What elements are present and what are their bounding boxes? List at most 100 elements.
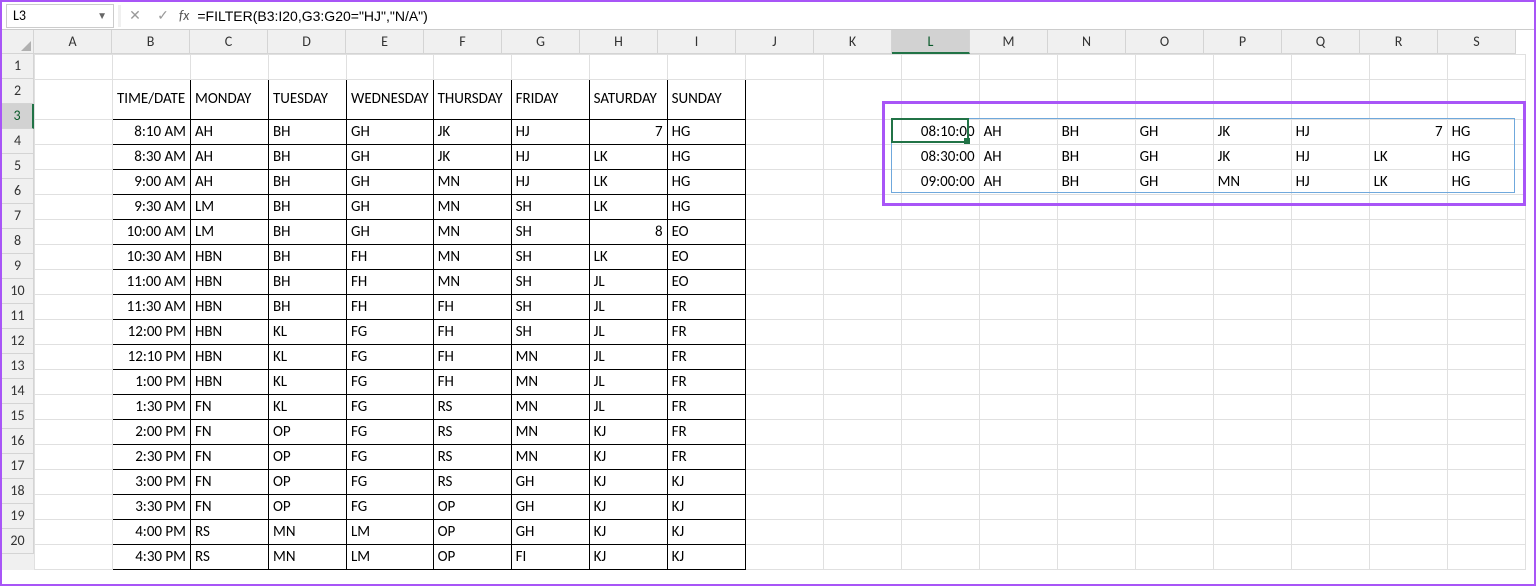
- cell[interactable]: SATURDAY: [589, 80, 667, 120]
- cell[interactable]: HJ: [1291, 170, 1369, 195]
- cell[interactable]: [1057, 80, 1135, 120]
- row-header-1[interactable]: 1: [2, 54, 34, 79]
- cell[interactable]: [745, 420, 823, 445]
- cell[interactable]: [1135, 195, 1213, 220]
- cell[interactable]: [1135, 445, 1213, 470]
- cell[interactable]: FG: [347, 320, 434, 345]
- cell[interactable]: [823, 320, 901, 345]
- cell[interactable]: MN: [269, 520, 347, 545]
- cell[interactable]: [35, 470, 113, 495]
- cell[interactable]: [35, 320, 113, 345]
- cell[interactable]: LM: [347, 520, 434, 545]
- cell[interactable]: [1291, 345, 1369, 370]
- cell[interactable]: [823, 270, 901, 295]
- cell[interactable]: [745, 545, 823, 570]
- cell[interactable]: [745, 55, 823, 80]
- cell[interactable]: OP: [433, 495, 511, 520]
- cell[interactable]: [979, 370, 1057, 395]
- cell[interactable]: [1057, 270, 1135, 295]
- cell[interactable]: FH: [347, 245, 434, 270]
- row-header-11[interactable]: 11: [2, 304, 34, 329]
- cell[interactable]: FR: [667, 370, 745, 395]
- cell[interactable]: [1369, 545, 1447, 570]
- cell[interactable]: [1447, 295, 1525, 320]
- cell[interactable]: 11:30 AM: [113, 295, 191, 320]
- cell[interactable]: MN: [1213, 170, 1291, 195]
- cell[interactable]: OP: [433, 545, 511, 570]
- cell[interactable]: [35, 55, 113, 80]
- cancel-formula-icon[interactable]: ✕: [121, 4, 149, 28]
- cell[interactable]: MN: [433, 170, 511, 195]
- cell[interactable]: HG: [667, 170, 745, 195]
- cell[interactable]: [35, 145, 113, 170]
- cell[interactable]: [1291, 220, 1369, 245]
- cell[interactable]: [1213, 295, 1291, 320]
- cell[interactable]: [1213, 270, 1291, 295]
- cell[interactable]: [1135, 470, 1213, 495]
- row-header-12[interactable]: 12: [2, 329, 34, 354]
- cell[interactable]: [1057, 520, 1135, 545]
- cell[interactable]: BH: [269, 295, 347, 320]
- cell[interactable]: JK: [433, 120, 511, 145]
- cell[interactable]: [35, 270, 113, 295]
- cell[interactable]: 12:00 PM: [113, 320, 191, 345]
- cell[interactable]: [1135, 245, 1213, 270]
- row-header-10[interactable]: 10: [2, 279, 34, 304]
- cell[interactable]: [1291, 295, 1369, 320]
- cell[interactable]: [1057, 320, 1135, 345]
- cell[interactable]: LM: [191, 195, 269, 220]
- cell[interactable]: 1:00 PM: [113, 370, 191, 395]
- cell[interactable]: BH: [269, 220, 347, 245]
- cell[interactable]: THURSDAY: [433, 80, 511, 120]
- cell[interactable]: MN: [433, 270, 511, 295]
- cell[interactable]: [823, 470, 901, 495]
- cell[interactable]: [1213, 370, 1291, 395]
- cell[interactable]: LK: [589, 170, 667, 195]
- cell[interactable]: [745, 80, 823, 120]
- cell[interactable]: [269, 55, 347, 80]
- cell[interactable]: GH: [347, 220, 434, 245]
- cell[interactable]: FH: [347, 270, 434, 295]
- cell[interactable]: OP: [269, 495, 347, 520]
- cell[interactable]: FH: [433, 370, 511, 395]
- cell[interactable]: [35, 495, 113, 520]
- cell[interactable]: [823, 220, 901, 245]
- cell[interactable]: [901, 445, 979, 470]
- cell[interactable]: FH: [433, 320, 511, 345]
- column-header-A[interactable]: A: [34, 30, 112, 54]
- cell[interactable]: FR: [667, 320, 745, 345]
- cell[interactable]: [1057, 55, 1135, 80]
- cell[interactable]: [1213, 495, 1291, 520]
- cell[interactable]: KL: [269, 320, 347, 345]
- cell[interactable]: [823, 495, 901, 520]
- select-all-triangle[interactable]: [2, 30, 34, 54]
- cell[interactable]: [979, 520, 1057, 545]
- row-header-2[interactable]: 2: [2, 79, 34, 104]
- cell[interactable]: HBN: [191, 320, 269, 345]
- cell[interactable]: FH: [433, 345, 511, 370]
- cell[interactable]: BH: [269, 170, 347, 195]
- cell[interactable]: [1057, 295, 1135, 320]
- cell[interactable]: [901, 270, 979, 295]
- cell[interactable]: [1291, 520, 1369, 545]
- cell[interactable]: EO: [667, 245, 745, 270]
- cell[interactable]: FRIDAY: [511, 80, 589, 120]
- cell[interactable]: KJ: [589, 420, 667, 445]
- cell[interactable]: FN: [191, 470, 269, 495]
- cell[interactable]: [1291, 245, 1369, 270]
- row-header-9[interactable]: 9: [2, 254, 34, 279]
- cell[interactable]: 9:30 AM: [113, 195, 191, 220]
- cell[interactable]: [979, 195, 1057, 220]
- cell[interactable]: JL: [589, 295, 667, 320]
- column-header-H[interactable]: H: [580, 30, 658, 54]
- cell[interactable]: [1369, 470, 1447, 495]
- cell[interactable]: [1291, 395, 1369, 420]
- cell[interactable]: SH: [511, 295, 589, 320]
- cell[interactable]: [1213, 80, 1291, 120]
- cell[interactable]: MN: [511, 395, 589, 420]
- cell[interactable]: 2:30 PM: [113, 445, 191, 470]
- cell[interactable]: FN: [191, 395, 269, 420]
- cell[interactable]: MN: [433, 195, 511, 220]
- cell[interactable]: FG: [347, 445, 434, 470]
- cell[interactable]: HJ: [511, 120, 589, 145]
